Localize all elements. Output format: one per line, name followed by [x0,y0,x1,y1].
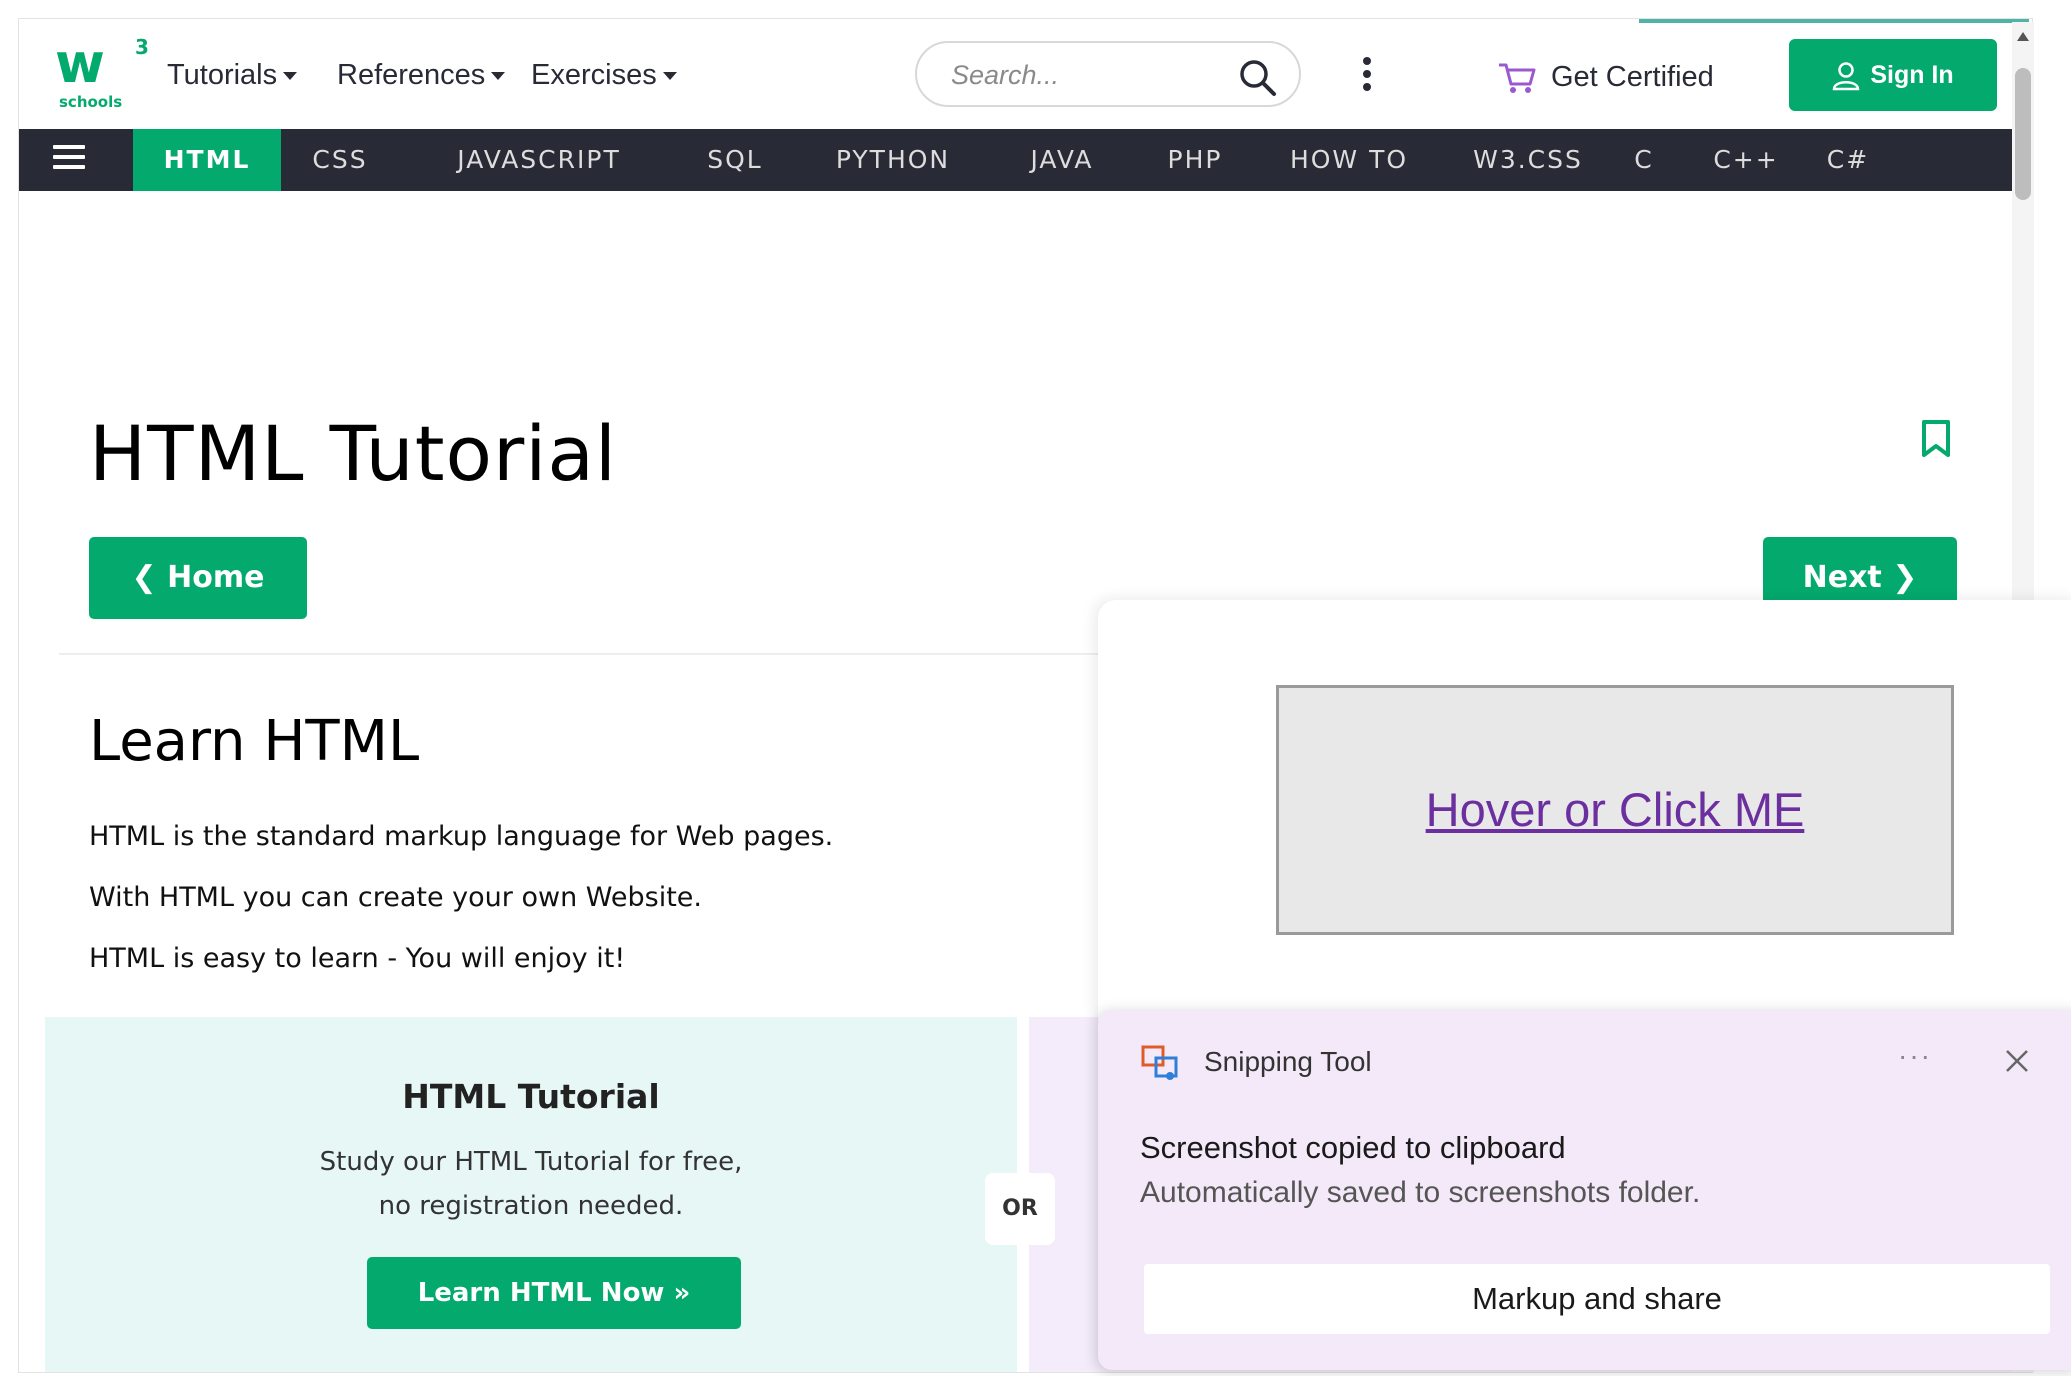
tab-html[interactable]: HTML [133,129,281,191]
tab-csharp[interactable]: C# [1813,129,1883,191]
user-icon [1833,62,1860,91]
menu-tutorials-label: Tutorials [167,59,278,91]
intro-paragraph-2: With HTML you can create your own Websit… [89,882,702,913]
tab-w3css[interactable]: W3.CSS [1455,129,1601,191]
tab-python[interactable]: PYTHON [809,129,977,191]
logo-subtext: schools [59,93,123,111]
caret-down-icon [662,72,677,81]
subject-nav-bar: HTML CSS JAVASCRIPT SQL PYTHON JAVA PHP … [19,129,2029,191]
accent-line [1639,19,2029,23]
tab-c[interactable]: C [1619,129,1669,191]
get-certified-label: Get Certified [1551,61,1714,93]
more-options-icon[interactable]: ··· [1898,1040,1932,1072]
hamburger-icon[interactable] [53,145,85,175]
tutorial-card-text-2: no registration needed. [378,1191,684,1221]
w3schools-logo[interactable]: w 3 schools [55,35,155,113]
tutorial-card-heading: HTML Tutorial [402,1077,660,1116]
tutorial-card: HTML Tutorial Study our HTML Tutorial fo… [45,1017,1017,1372]
tab-css[interactable]: CSS [295,129,385,191]
scroll-up-arrow-icon[interactable] [2017,32,2029,41]
tutorial-card-text-1: Study our HTML Tutorial for free, [319,1147,743,1177]
tab-cpp[interactable]: C++ [1703,129,1789,191]
home-button[interactable]: ❮ Home [89,537,307,619]
menu-exercises[interactable]: Exercises [531,59,677,92]
scrollbar-thumb[interactable] [2015,68,2031,200]
divider [59,653,1119,655]
tab-sql[interactable]: SQL [689,129,781,191]
sign-in-button[interactable]: Sign In [1789,39,1997,111]
search-input[interactable] [951,57,1211,93]
hover-or-click-link[interactable]: Hover or Click ME [1279,688,1951,932]
intro-paragraph-1: HTML is the standard markup language for… [89,821,834,852]
hover-popup: Hover or Click ME [1098,600,2071,1020]
tab-java[interactable]: JAVA [1005,129,1119,191]
intro-paragraph-3: HTML is easy to learn - You will enjoy i… [89,943,626,974]
logo-superscript: 3 [135,35,149,59]
sign-in-label: Sign In [1870,61,1954,89]
notification-subtitle: Automatically saved to screenshots folde… [1140,1176,1701,1209]
tab-how-to[interactable]: HOW TO [1271,129,1427,191]
notification-title: Screenshot copied to clipboard [1140,1130,1566,1165]
caret-down-icon [283,72,298,81]
top-header: w 3 schools Tutorials References Exercis… [19,19,2029,127]
cart-icon [1499,63,1536,94]
markup-and-share-button[interactable]: Markup and share [1144,1264,2050,1334]
tab-php[interactable]: PHP [1147,129,1243,191]
get-certified-link[interactable]: Get Certified [1497,57,1714,97]
notification-app-name: Snipping Tool [1204,1046,1372,1077]
page-title: HTML Tutorial [89,409,618,498]
tab-javascript[interactable]: JAVASCRIPT [419,129,659,191]
hover-box[interactable]: Hover or Click ME [1276,685,1954,935]
snipping-tool-icon [1141,1045,1178,1080]
bookmark-icon[interactable] [1919,419,1953,459]
menu-references[interactable]: References [337,59,506,92]
learn-html-now-button[interactable]: Learn HTML Now » [367,1257,741,1329]
search-box[interactable] [915,41,1301,107]
snipping-tool-notification[interactable]: Snipping Tool ··· Screenshot copied to c… [1098,1010,2071,1370]
or-badge: OR [985,1173,1055,1245]
section-title: Learn HTML [89,709,420,774]
menu-references-label: References [337,59,486,91]
logo-mark: w [55,32,105,95]
menu-exercises-label: Exercises [531,59,657,91]
search-icon[interactable] [1237,57,1277,97]
kebab-menu-icon[interactable] [1357,57,1377,97]
caret-down-icon [491,72,506,81]
menu-tutorials[interactable]: Tutorials [167,59,298,92]
close-icon[interactable] [2002,1046,2032,1076]
